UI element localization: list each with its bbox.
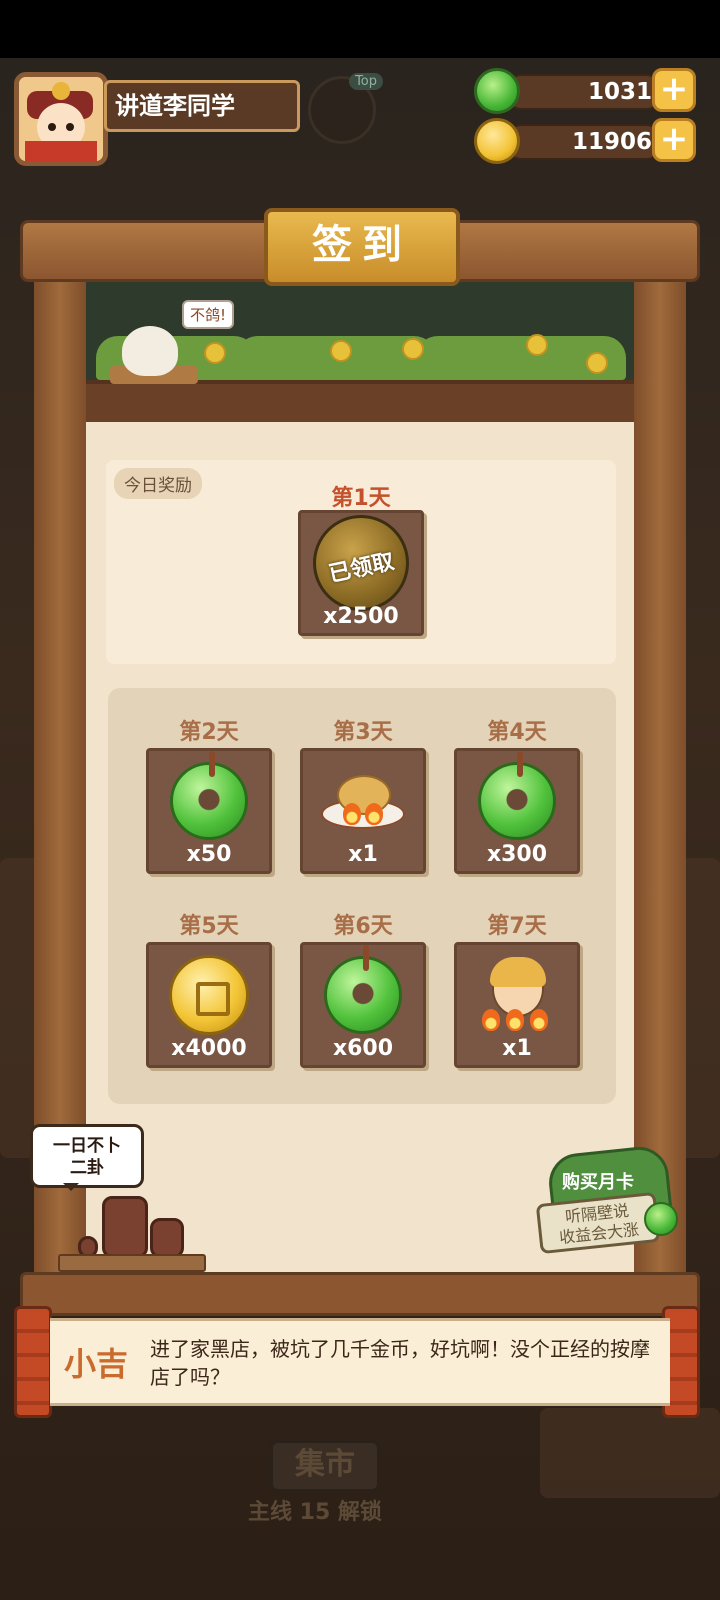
fire-icon	[482, 1009, 500, 1032]
day-7-qty: x1	[502, 1036, 532, 1061]
thought-text: 一日不卜 二卦	[53, 1136, 121, 1178]
day-5-qty: x4000	[171, 1036, 247, 1061]
add-coins-button[interactable]: +	[652, 118, 696, 162]
add-jade-button[interactable]: +	[652, 68, 696, 112]
character-icon	[482, 957, 552, 1033]
day-5-label: 第5天	[179, 914, 239, 939]
garden-scene: 不鸽!	[86, 282, 634, 422]
day-4-label: 第4天	[487, 720, 547, 745]
signin-title: 签到	[264, 208, 460, 286]
jade-amount: 1031	[587, 79, 652, 105]
jade-icon	[474, 68, 520, 114]
jade-icon	[644, 1202, 678, 1236]
pottery-shelf	[58, 1190, 206, 1272]
monthly-card-button[interactable]: 购买月卡 听隔壁说 收益会大涨	[535, 1140, 682, 1260]
status-bar	[0, 0, 720, 58]
today-card[interactable]: 已领取 x2500	[298, 510, 424, 636]
today-day-label: 第1天	[331, 486, 391, 511]
day-5-card[interactable]: x4000	[146, 942, 272, 1068]
top-label: Top	[349, 73, 383, 90]
week-rewards: 第2天 x50 第3天 x1 第4天 x300 第5天 x4000 第6天 x6…	[108, 688, 616, 1104]
jade-currency: 1031 +	[474, 68, 696, 114]
player-name: 讲道李同学	[104, 80, 300, 132]
day-2-qty: x50	[186, 842, 232, 867]
today-qty: x2500	[323, 604, 399, 629]
counter-beam	[20, 1272, 700, 1316]
day-2-label: 第2天	[179, 720, 239, 745]
day-4-qty: x300	[486, 842, 548, 867]
fire-icon	[343, 803, 361, 826]
coin-icon	[474, 118, 520, 164]
today-reward: 今日奖励 第1天 已领取 x2500	[106, 460, 616, 664]
dialog-text: 进了家黑店，被坑了几千金币，好坑啊！没个正经的按摩店了吗？	[150, 1337, 650, 1389]
jade-icon	[324, 945, 402, 1035]
pigeon-speech: 不鸽!	[182, 300, 235, 329]
day-4-card[interactable]: x300	[454, 748, 580, 874]
dish-icon	[321, 769, 405, 833]
day-6-qty: x600	[332, 1036, 394, 1061]
day-2-card[interactable]: x50	[146, 748, 272, 874]
scene-shelf	[86, 380, 634, 422]
speaker-name: 小吉	[64, 1345, 129, 1383]
market-sign: 集市	[270, 1440, 380, 1492]
dialog-box[interactable]: 小吉 进了家黑店，被坑了几千金币，好坑啊！没个正经的按摩店了吗？	[50, 1318, 670, 1406]
unlock-hint: 主线 15 解锁	[248, 1500, 382, 1525]
coin-currency: 11906 +	[474, 118, 696, 164]
day-3-label: 第3天	[333, 720, 393, 745]
monthly-card-title: 购买月卡	[562, 1172, 634, 1193]
jade-icon	[170, 751, 248, 841]
scroll-roll-left	[14, 1306, 52, 1418]
fire-icon	[530, 1009, 548, 1032]
fire-icon	[365, 803, 383, 826]
day-6-label: 第6天	[333, 914, 393, 939]
jade-icon	[478, 751, 556, 841]
pigeon-icon	[122, 326, 178, 376]
player-avatar[interactable]	[14, 72, 108, 166]
day-7-label: 第7天	[487, 914, 547, 939]
fire-icon	[506, 1009, 524, 1032]
leaderboard-button[interactable]: Top	[308, 73, 383, 144]
day-3-card[interactable]: x1	[300, 748, 426, 874]
coin-amount: 11906	[571, 129, 652, 155]
thought-bubble: 一日不卜 二卦	[30, 1124, 144, 1191]
day-3-qty: x1	[348, 842, 378, 867]
day-6-card[interactable]: x600	[300, 942, 426, 1068]
day-7-card[interactable]: x1	[454, 942, 580, 1068]
coin-icon	[169, 955, 249, 1036]
